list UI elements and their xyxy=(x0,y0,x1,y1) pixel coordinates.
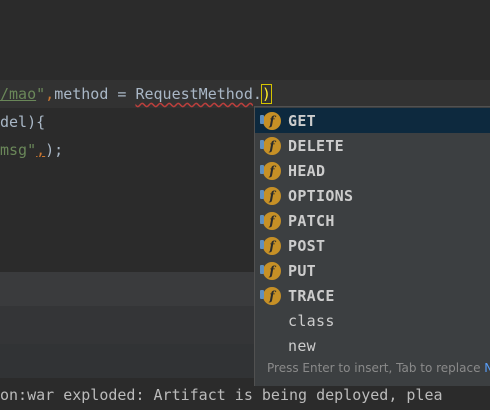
field-icon: f xyxy=(260,211,281,230)
field-icon: f xyxy=(260,186,281,205)
tool-panel-row xyxy=(0,306,254,345)
completion-item-new[interactable]: new xyxy=(255,333,490,358)
assign-operator: = xyxy=(108,85,136,103)
param-name: method xyxy=(54,85,109,103)
completion-item-label: HEAD xyxy=(288,161,326,180)
completion-item-put[interactable]: f PUT xyxy=(255,258,490,283)
completion-item-patch[interactable]: f PATCH xyxy=(255,208,490,233)
field-icon: f xyxy=(260,236,281,255)
code-line-method-signature[interactable]: del){ xyxy=(0,108,45,136)
tool-panel-row xyxy=(0,344,254,378)
completion-item-label: OPTIONS xyxy=(288,186,354,205)
closing-paren: ) xyxy=(260,84,272,104)
field-icon: f xyxy=(260,111,281,130)
completion-item-label: class xyxy=(288,311,335,330)
comma: , xyxy=(36,141,46,159)
code-completion-popup[interactable]: f GET f DELETE f HEAD f OPTIONS f PATCH … xyxy=(254,106,490,386)
signature-tail: del){ xyxy=(0,113,46,131)
enum-class-name: RequestMethod xyxy=(135,85,253,103)
field-icon: f xyxy=(260,261,281,280)
tool-panel-header xyxy=(0,272,254,307)
completion-item-label: DELETE xyxy=(288,136,344,155)
code-line-add-object[interactable]: msg",); xyxy=(0,136,63,164)
completion-hint: Press Enter to insert, Tab to replace N xyxy=(267,361,490,375)
completion-item-label: new xyxy=(288,336,316,355)
completion-item-class[interactable]: class xyxy=(255,308,490,333)
hint-link[interactable]: N xyxy=(484,361,490,375)
path-string: /mao xyxy=(0,85,37,103)
msg-string: msg" xyxy=(0,141,37,159)
completion-item-options[interactable]: f OPTIONS xyxy=(255,183,490,208)
statement-end: ); xyxy=(45,141,64,159)
field-icon: f xyxy=(260,136,281,155)
completion-item-delete[interactable]: f DELETE xyxy=(255,133,490,158)
completion-item-head[interactable]: f HEAD xyxy=(255,158,490,183)
completion-item-trace[interactable]: f TRACE xyxy=(255,283,490,308)
comma: , xyxy=(45,85,55,103)
completion-item-label: POST xyxy=(288,236,326,255)
hint-text: Press Enter to insert, Tab to replace xyxy=(267,361,481,375)
code-line-request-mapping[interactable]: /mao",method = RequestMethod.) xyxy=(0,80,272,108)
completion-item-post[interactable]: f POST xyxy=(255,233,490,258)
editor-blank-area[interactable] xyxy=(0,0,490,80)
completion-item-get[interactable]: f GET xyxy=(255,108,490,133)
dot: . xyxy=(252,85,262,103)
completion-item-label: PUT xyxy=(288,261,316,280)
completion-item-label: PATCH xyxy=(288,211,335,230)
completion-item-label: GET xyxy=(288,111,316,130)
field-icon: f xyxy=(260,286,281,305)
string-quote: " xyxy=(36,85,46,103)
completion-item-label: TRACE xyxy=(288,286,335,305)
field-icon: f xyxy=(260,161,281,180)
